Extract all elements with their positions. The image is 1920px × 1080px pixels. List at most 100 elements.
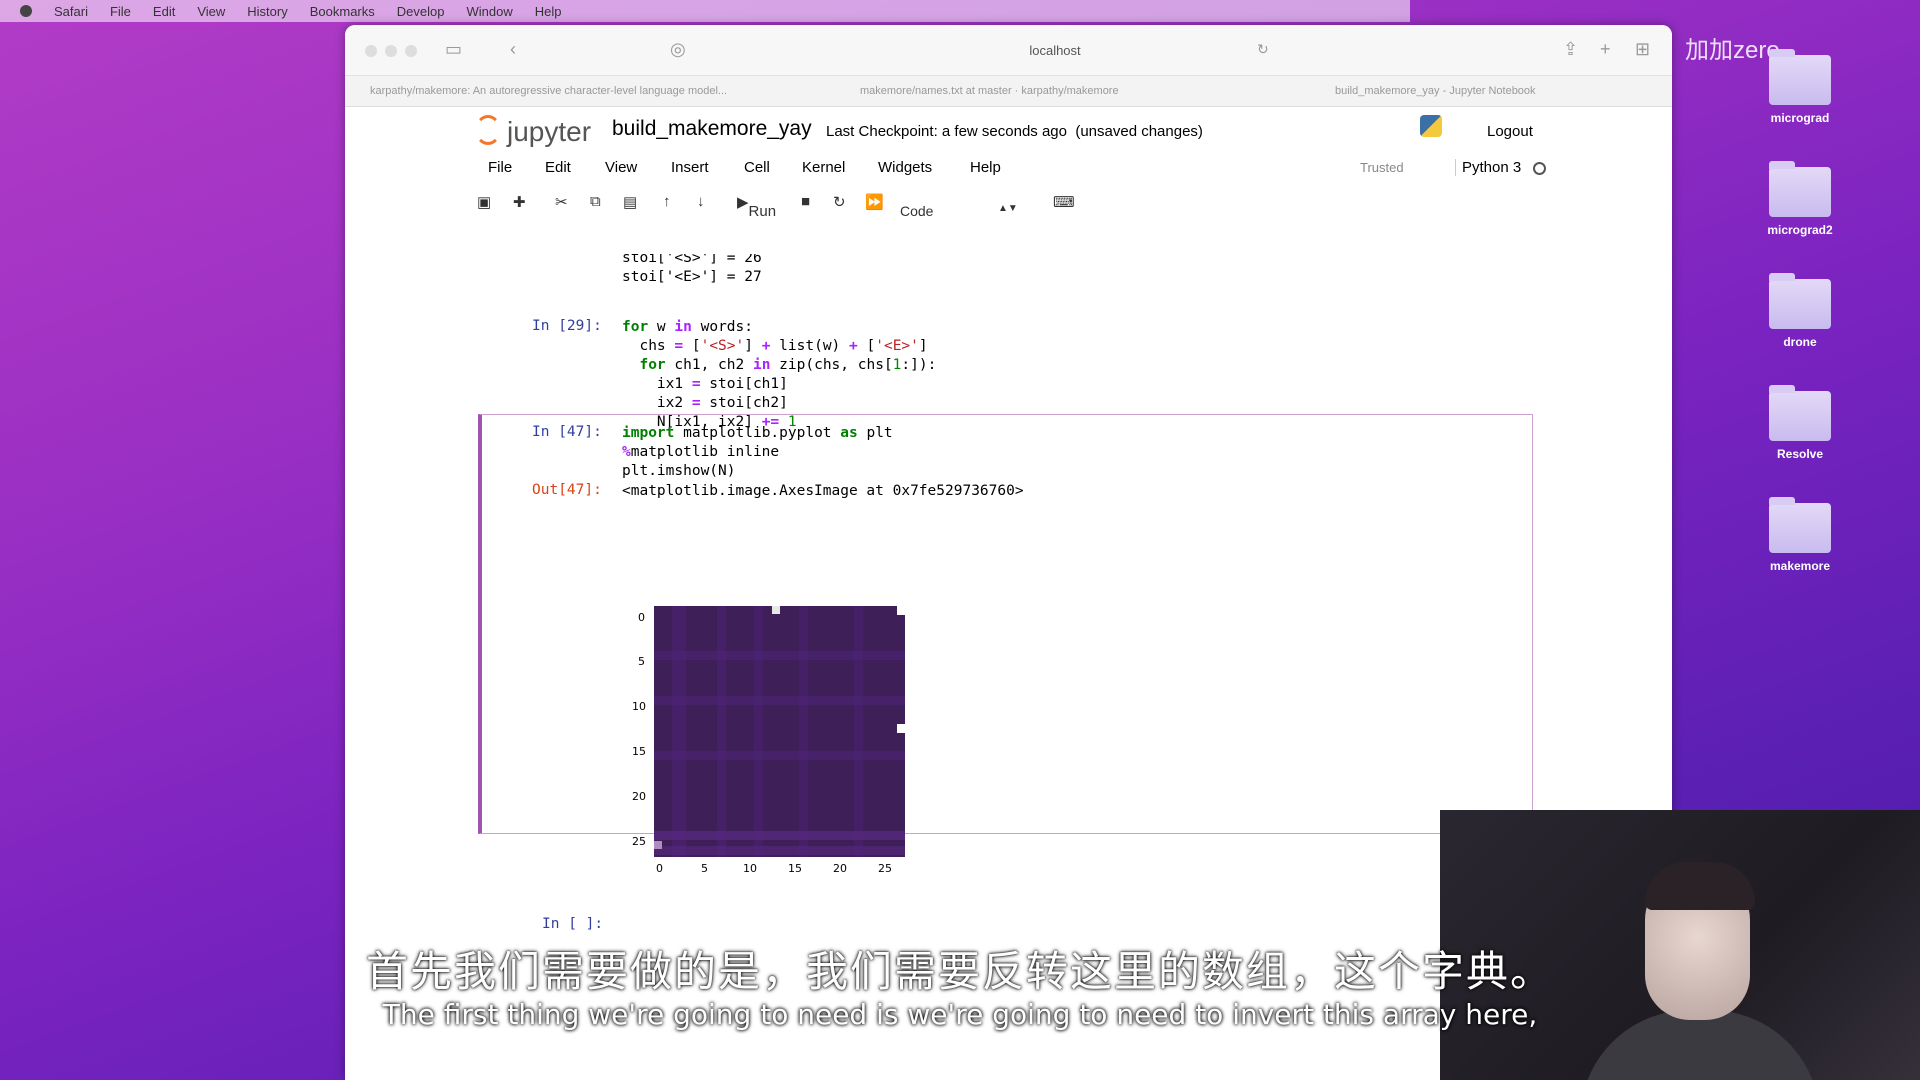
folder-label: micrograd2 <box>1767 223 1833 237</box>
tab-jupyter-notebook[interactable]: build_makemore_yay - Jupyter Notebook <box>1335 85 1536 97</box>
heatmap-pattern <box>654 606 905 857</box>
folder-label: micrograd <box>1770 111 1830 125</box>
y-tick: 0 <box>638 611 645 624</box>
imshow-heatmap <box>654 606 905 857</box>
restart-icon[interactable]: ↻ <box>833 193 846 211</box>
cell-prompt: In [ ]: <box>542 916 604 932</box>
keyboard-icon[interactable]: ⌨ <box>1053 193 1075 211</box>
menu-cell[interactable]: Cell <box>744 159 770 176</box>
kernel-name[interactable]: Python 3 <box>1455 159 1521 176</box>
zoom-window-button[interactable] <box>405 45 417 57</box>
folder-drone[interactable]: drone <box>1680 273 1920 349</box>
back-icon[interactable]: ‹ <box>510 39 516 60</box>
folder-micrograd[interactable]: micrograd <box>1680 49 1920 125</box>
shield-icon[interactable]: ◎ <box>670 39 686 60</box>
y-tick: 20 <box>632 790 646 803</box>
checkpoint-text: Last Checkpoint: a few seconds ago <box>826 123 1067 140</box>
cell-output-text: <matplotlib.image.AxesImage at 0x7fe5297… <box>622 483 1024 499</box>
browser-toolbar: ▭ ‹ ◎ localhost ↻ ⇪ + ⊞ <box>345 25 1672 76</box>
menu-edit[interactable]: Edit <box>153 4 175 19</box>
menu-widgets[interactable]: Widgets <box>878 159 932 176</box>
x-tick: 0 <box>656 862 663 875</box>
restart-run-all-icon[interactable]: ⏩ <box>865 193 884 211</box>
x-tick: 10 <box>743 862 757 875</box>
code-line: stoi['<E>'] = 27 <box>622 269 762 285</box>
folder-icon <box>1769 385 1831 441</box>
x-tick: 20 <box>833 862 847 875</box>
folder-micrograd2[interactable]: micrograd2 <box>1680 161 1920 237</box>
subtitle-chinese: 首先我们需要做的是，我们需要反转这里的数组，这个字典。 <box>365 947 1554 996</box>
tab-overview-icon[interactable]: ⊞ <box>1635 39 1650 60</box>
x-tick: 25 <box>878 862 892 875</box>
reload-icon[interactable]: ↻ <box>1257 41 1269 58</box>
menu-safari[interactable]: Safari <box>54 4 88 19</box>
macos-menu-bar: Safari File Edit View History Bookmarks … <box>0 0 1410 22</box>
menu-kernel[interactable]: Kernel <box>802 159 845 176</box>
menu-insert[interactable]: Insert <box>671 159 709 176</box>
logout-button[interactable]: Logout <box>1487 123 1533 140</box>
save-icon[interactable]: ▣ <box>477 193 491 211</box>
folder-icon <box>1769 273 1831 329</box>
person-hair <box>1645 862 1755 910</box>
menu-file[interactable]: File <box>110 4 131 19</box>
folder-label: drone <box>1783 335 1817 349</box>
apple-icon[interactable] <box>20 5 32 17</box>
trusted-indicator[interactable]: Trusted <box>1360 160 1404 175</box>
menu-view[interactable]: View <box>197 4 225 19</box>
notebook-toolbar: ▣ ✚ ✂ ⧉ ▤ ↑ ↓ ▶ Run ■ ↻ ⏩ Code ▲▼ ⌨ <box>345 183 1672 223</box>
sidebar-icon[interactable]: ▭ <box>445 39 462 60</box>
code-cell-prev-tail[interactable]: stoi['<S>'] = 26 stoi['<E>'] = 27 <box>622 254 762 287</box>
y-tick: 15 <box>632 745 646 758</box>
add-cell-icon[interactable]: ✚ <box>513 193 526 211</box>
y-tick: 10 <box>632 700 646 713</box>
select-arrows-icon: ▲▼ <box>998 203 1018 214</box>
close-window-button[interactable] <box>365 45 377 57</box>
jupyter-logo-text: jupyter <box>507 116 592 147</box>
notebook-name[interactable]: build_makemore_yay <box>612 117 812 141</box>
checkpoint-status: Last Checkpoint: a few seconds ago (unsa… <box>826 123 1203 140</box>
output-prompt: Out[47]: <box>532 482 602 498</box>
folder-resolve[interactable]: Resolve <box>1680 385 1920 461</box>
menu-develop[interactable]: Develop <box>397 4 445 19</box>
jupyter-logo[interactable]: jupyter <box>475 115 591 148</box>
folder-icon <box>1769 49 1831 105</box>
code-cell-47[interactable]: import matplotlib.pyplot as plt %matplot… <box>622 424 893 481</box>
cell-prompt: In [47]: <box>532 424 602 440</box>
run-label: Run <box>748 203 777 220</box>
menu-history[interactable]: History <box>247 4 287 19</box>
folder-icon <box>1769 497 1831 553</box>
run-button[interactable]: ▶ Run <box>737 193 776 220</box>
menu-edit[interactable]: Edit <box>545 159 571 176</box>
address-bar[interactable]: localhost <box>925 43 1185 58</box>
stop-icon[interactable]: ■ <box>801 193 810 210</box>
minimize-window-button[interactable] <box>385 45 397 57</box>
cut-icon[interactable]: ✂ <box>555 193 568 211</box>
jupyter-menu-bar: File Edit View Insert Cell Kernel Widget… <box>345 147 1672 183</box>
menu-view[interactable]: View <box>605 159 637 176</box>
cell-type-value: Code <box>900 203 934 219</box>
tab-makemore-repo[interactable]: karpathy/makemore: An autoregressive cha… <box>370 85 727 97</box>
move-down-icon[interactable]: ↓ <box>697 193 705 210</box>
copy-icon[interactable]: ⧉ <box>590 193 601 210</box>
y-tick: 5 <box>638 655 645 668</box>
move-up-icon[interactable]: ↑ <box>663 193 671 210</box>
menu-window[interactable]: Window <box>466 4 512 19</box>
menu-help[interactable]: Help <box>970 159 1001 176</box>
subtitle-english: The first thing we're going to need is w… <box>382 998 1538 1031</box>
paste-icon[interactable]: ▤ <box>623 193 637 211</box>
kernel-idle-icon <box>1533 162 1546 175</box>
folder-label: Resolve <box>1776 447 1824 461</box>
folder-makemore[interactable]: makemore <box>1680 497 1920 573</box>
jupyter-header: jupyter build_makemore_yay Last Checkpoi… <box>345 107 1672 147</box>
new-tab-icon[interactable]: + <box>1600 39 1611 60</box>
menu-file[interactable]: File <box>488 159 512 176</box>
code-line: stoi['<S>'] = 26 <box>622 254 762 266</box>
share-icon[interactable]: ⇪ <box>1563 39 1578 60</box>
menu-bookmarks[interactable]: Bookmarks <box>310 4 375 19</box>
tab-names-txt[interactable]: makemore/names.txt at master · karpathy/… <box>860 85 1119 97</box>
unsaved-changes-text: (unsaved changes) <box>1075 123 1203 140</box>
folder-icon <box>1769 161 1831 217</box>
menu-help[interactable]: Help <box>535 4 562 19</box>
tab-bar: karpathy/makemore: An autoregressive cha… <box>345 76 1672 107</box>
python-logo-icon <box>1420 115 1442 137</box>
